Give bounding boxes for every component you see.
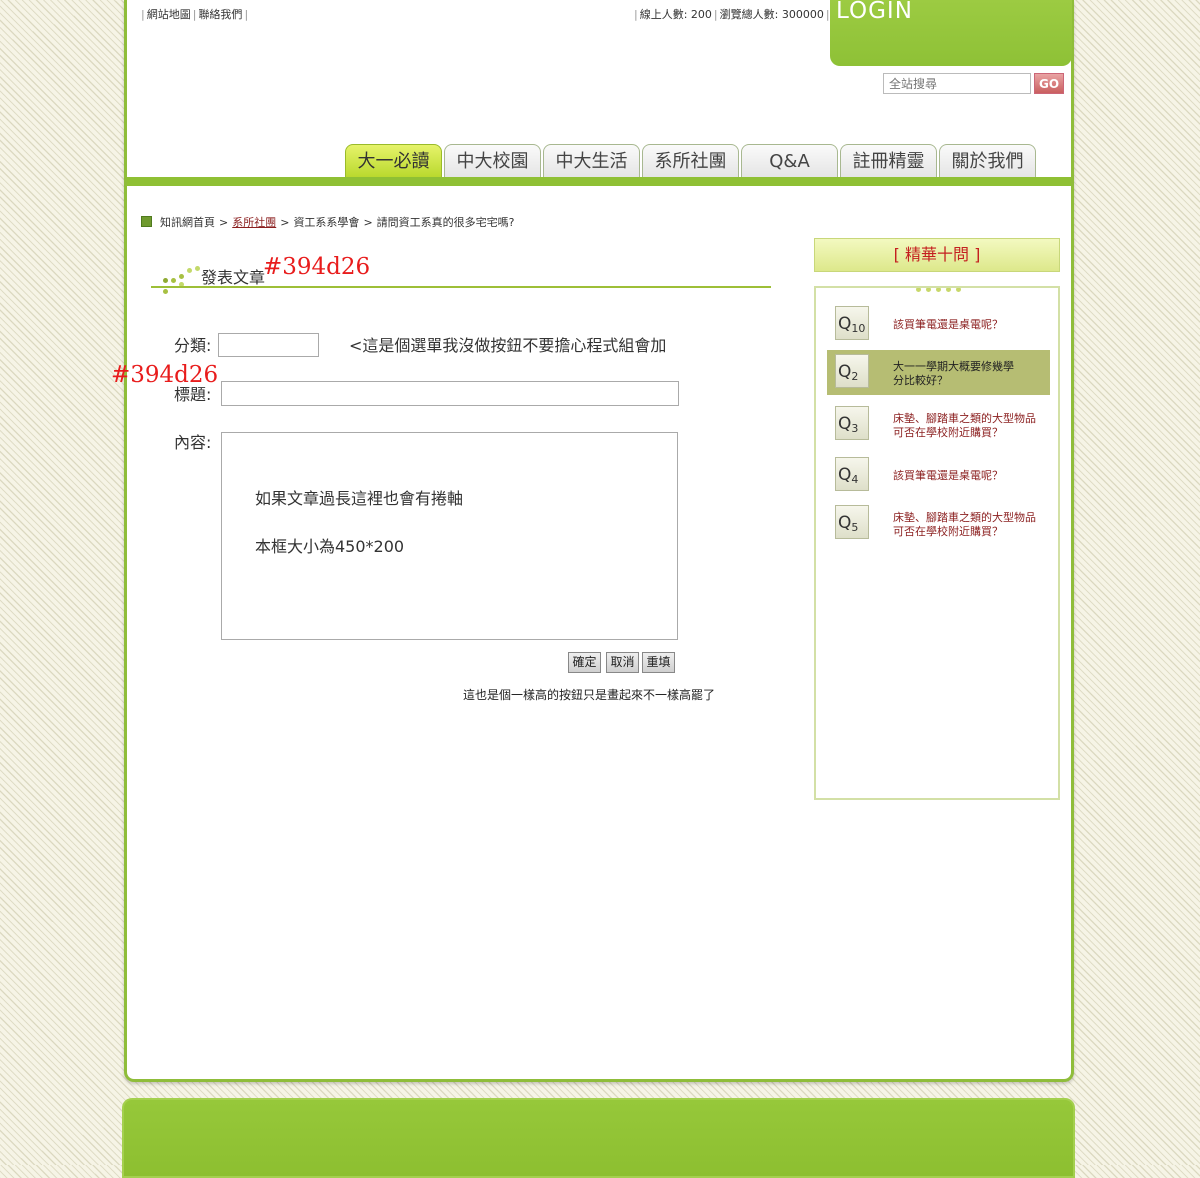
breadcrumb-sub[interactable]: 資工系系學會 (293, 216, 359, 229)
category-select[interactable] (218, 333, 319, 357)
q3-icon: Q3 (835, 406, 869, 440)
top-links: | 網站地圖 | 聯絡我們 | (141, 8, 249, 21)
faq-question[interactable]: 大一一學期大概要修幾學分比較好？ (893, 360, 1023, 388)
faq-panel: Q10 該買筆電還是桌電呢？ Q2 大一一學期大概要修幾學分比較好？ Q3 床墊… (814, 286, 1060, 800)
faq-question[interactable]: 床墊、腳踏車之類的大型物品可否在學校附近購買？ (893, 412, 1043, 440)
faq-item-q2[interactable]: Q2 大一一學期大概要修幾學分比較好？ (827, 350, 1050, 395)
confirm-button[interactable]: 確定 (568, 652, 601, 673)
breadcrumb-section[interactable]: 系所社團 (232, 216, 276, 229)
breadcrumb-home[interactable]: 知訊網首頁 (160, 216, 215, 229)
tab-about[interactable]: 關於我們 (939, 144, 1036, 178)
login-label[interactable]: LOGIN (836, 0, 913, 24)
page-container: | 網站地圖 | 聯絡我們 | | 線上人數: 200 | 瀏覽總人數: 300000 | LO… (111, 0, 1074, 1082)
online-count: 線上人數: 200 (639, 8, 712, 21)
q10-icon: Q10 (835, 306, 869, 340)
search-go-button[interactable]: GO (1034, 73, 1064, 94)
content-line-1: 如果文章過長這裡也會有捲軸 (255, 489, 464, 508)
breadcrumb-square-icon (141, 216, 152, 227)
faq-item-q10[interactable]: Q10 該買筆電還是桌電呢？ (827, 302, 1050, 347)
heading-divider (151, 286, 771, 288)
tab-registration[interactable]: 註冊精靈 (840, 144, 937, 178)
content-textarea[interactable]: 如果文章過長這裡也會有捲軸 本框大小為450*200 (221, 432, 678, 640)
faq-item-q5[interactable]: Q5 床墊、腳踏車之類的大型物品可否在學校附近購買？ (827, 501, 1050, 546)
nav-bar-stripe (127, 177, 1071, 186)
content-line-2: 本框大小為450*200 (255, 537, 405, 556)
post-heading: 發表文章 (201, 268, 266, 287)
faq-item-q3[interactable]: Q3 床墊、腳踏車之類的大型物品可否在學校附近購買？ (827, 402, 1050, 447)
faq-question[interactable]: 該買筆電還是桌電呢？ (893, 318, 1003, 332)
site-stats: | 線上人數: 200 | 瀏覽總人數: 300000 | (634, 8, 830, 21)
q5-icon: Q5 (835, 505, 869, 539)
contact-link[interactable]: 聯絡我們 (198, 8, 242, 21)
tab-departments-clubs[interactable]: 系所社團 (642, 144, 739, 178)
color-annotation-1: #394d26 (263, 254, 371, 280)
breadcrumb: 知訊網首頁 > 系所社團 > 資工系系學會 > 請問資工系真的很多宅宅嗎? (141, 214, 515, 230)
q2-icon: Q2 (835, 354, 869, 388)
faq-question[interactable]: 床墊、腳踏車之類的大型物品可否在學校附近購買？ (893, 511, 1043, 539)
tab-life[interactable]: 中大生活 (543, 144, 640, 178)
q4-icon: Q4 (835, 457, 869, 491)
tab-campus[interactable]: 中大校園 (444, 144, 541, 178)
title-field[interactable] (221, 381, 679, 406)
button-note: 這也是個一樣高的按鈕只是畫起來不一樣高罷了 (463, 688, 716, 702)
breadcrumb-current: 請問資工系真的很多宅宅嗎? (376, 216, 515, 229)
search-input[interactable] (883, 73, 1031, 94)
faq-item-q4[interactable]: Q4 該買筆電還是桌電呢？ (827, 453, 1050, 498)
login-panel[interactable]: LOGIN (830, 0, 1072, 66)
content-label: 內容: (174, 433, 212, 452)
category-label: 分類: (174, 336, 212, 355)
heading-dots-icon (159, 266, 200, 298)
cancel-button[interactable]: 取消 (606, 652, 639, 673)
title-label: 標題: (174, 385, 212, 404)
footer-bar (122, 1098, 1075, 1178)
total-views: 瀏覽總人數: 300000 (719, 8, 824, 21)
category-note: <這是個選單我沒做按鈕不要擔心程式組會加 (349, 336, 667, 355)
tab-freshman-guide[interactable]: 大一必讀 (345, 144, 442, 178)
sitemap-link[interactable]: 網站地圖 (147, 8, 191, 21)
faq-question[interactable]: 該買筆電還是桌電呢？ (893, 469, 1003, 483)
reset-button[interactable]: 重填 (642, 652, 675, 673)
tab-qa[interactable]: Q&A (741, 144, 838, 178)
faq-heading: [ 精華十問 ] (814, 238, 1060, 272)
